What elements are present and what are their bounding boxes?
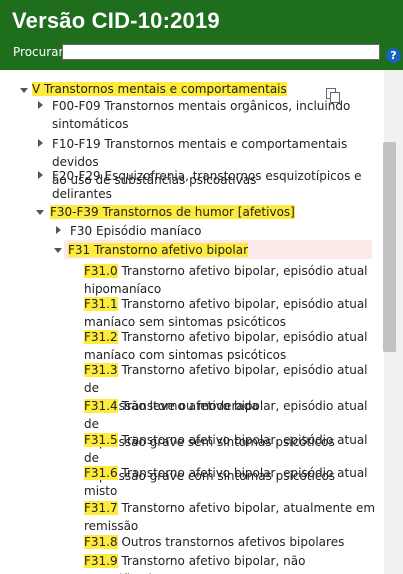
help-icon[interactable]: ? <box>386 48 401 63</box>
code-label: F31.7 <box>84 501 118 515</box>
tree-node-f31-8[interactable]: F31.8 Outros transtornos afetivos bipola… <box>84 533 344 551</box>
group-label-line1: F10-F19 Transtornos mentais e comportame… <box>52 137 348 169</box>
group-label-line2: delirantes <box>52 187 112 201</box>
search-input[interactable] <box>62 44 380 60</box>
group-f00-expand-icon[interactable] <box>38 101 43 109</box>
tree-node-f31-9[interactable]: F31.9 Transtorno afetivo bipolar, não es… <box>84 552 384 574</box>
f31-expand-icon[interactable] <box>54 248 62 253</box>
f30-label: F30 Episódio maníaco <box>70 224 202 238</box>
tree-node-f31-0[interactable]: F31.0 Transtorno afetivo bipolar, episód… <box>84 262 368 298</box>
code-desc-line1: Transtorno afetivo bipolar, episódio atu… <box>121 297 368 311</box>
group-label-line1: F00-F09 Transtornos mentais orgânicos, i… <box>52 99 351 113</box>
app-header: Versão CID-10:2019 Procurar ? <box>0 0 403 70</box>
code-desc-line1: Outros transtornos afetivos bipolares <box>121 535 345 549</box>
chapter-label: V Transtornos mentais e comportamentais <box>32 82 287 96</box>
code-label: F31.5 <box>84 433 118 447</box>
group-label-line2: sintomáticos <box>52 117 129 131</box>
partial-row-above: — — — — <box>38 70 97 76</box>
code-label: F31.4 <box>84 399 118 413</box>
tree-node-f30-f39[interactable]: F30-F39 Transtornos de humor [afetivos] <box>50 203 295 221</box>
code-desc-line1: Transtorno afetivo bipolar, episódio atu… <box>84 433 368 465</box>
tree-node-f31-7[interactable]: F31.7 Transtorno afetivo bipolar, atualm… <box>84 499 375 535</box>
f30-expand-icon[interactable] <box>56 226 61 234</box>
code-desc-line1: Transtorno afetivo bipolar, atualmente e… <box>121 501 376 515</box>
group-f10-expand-icon[interactable] <box>38 139 43 147</box>
code-desc-line1: Transtorno afetivo bipolar, episódio atu… <box>121 466 368 480</box>
tree-node-f31-1[interactable]: F31.1 Transtorno afetivo bipolar, episód… <box>84 295 368 331</box>
code-label: F31.3 <box>84 363 118 377</box>
code-desc-line2: misto <box>84 484 118 498</box>
code-desc-line1: Transtorno afetivo bipolar, não especifi… <box>84 554 306 574</box>
scrollbar-thumb[interactable] <box>383 142 396 352</box>
classification-tree: — — — — V Transtornos mentais e comporta… <box>0 70 384 574</box>
chapter-expand-icon[interactable] <box>20 88 28 93</box>
code-desc-line1: Transtorno afetivo bipolar, episódio atu… <box>84 399 368 431</box>
code-label: F31.8 <box>84 535 118 549</box>
tree-node-f31[interactable]: F31 Transtorno afetivo bipolar <box>68 241 249 259</box>
code-label: F31.9 <box>84 554 118 568</box>
tree-node-f20-f29[interactable]: F20-F29 Esquizofrenia, transtornos esqui… <box>52 167 362 203</box>
search-label: Procurar <box>13 45 64 59</box>
open-group-label: F30-F39 Transtornos de humor [afetivos] <box>50 205 295 219</box>
tree-node-f31-6[interactable]: F31.6 Transtorno afetivo bipolar, episód… <box>84 464 368 500</box>
group-f30-expand-icon[interactable] <box>36 210 44 215</box>
code-desc-line1: Transtorno afetivo bipolar, episódio atu… <box>84 363 368 395</box>
app-title: Versão CID-10:2019 <box>12 8 220 33</box>
tree-node-f31-2[interactable]: F31.2 Transtorno afetivo bipolar, episód… <box>84 328 368 364</box>
code-label: F31.0 <box>84 264 118 278</box>
group-label-line1: F20-F29 Esquizofrenia, transtornos esqui… <box>52 169 362 183</box>
group-f20-expand-icon[interactable] <box>38 171 43 179</box>
tree-node-f30[interactable]: F30 Episódio maníaco <box>70 222 202 240</box>
code-label: F31.6 <box>84 466 118 480</box>
code-label: F31.2 <box>84 330 118 344</box>
f31-label: F31 Transtorno afetivo bipolar <box>68 243 249 257</box>
code-label: F31.1 <box>84 297 118 311</box>
tree-node-chapter[interactable]: V Transtornos mentais e comportamentais <box>32 80 287 98</box>
code-desc-line1: Transtorno afetivo bipolar, episódio atu… <box>121 264 368 278</box>
tree-node-f00-f09[interactable]: F00-F09 Transtornos mentais orgânicos, i… <box>52 97 350 133</box>
code-desc-line1: Transtorno afetivo bipolar, episódio atu… <box>121 330 368 344</box>
